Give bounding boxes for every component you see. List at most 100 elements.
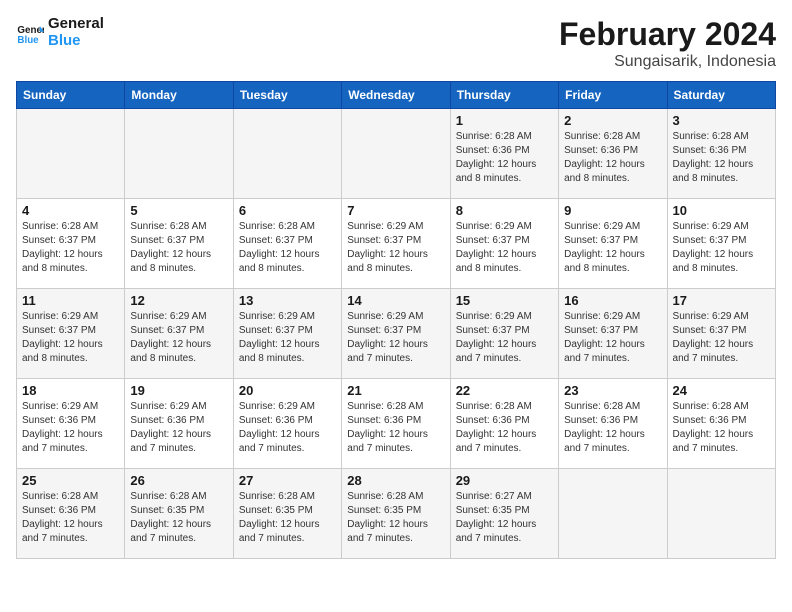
day-number: 20 <box>239 383 336 398</box>
day-number: 4 <box>22 203 119 218</box>
day-number: 14 <box>347 293 444 308</box>
header-sunday: Sunday <box>17 82 125 109</box>
calendar-cell: 17Sunrise: 6:29 AM Sunset: 6:37 PM Dayli… <box>667 289 775 379</box>
calendar-cell: 18 Sunrise: 6:29 AM Sunset: 6:36 PM Dayli… <box>17 379 125 469</box>
day-number: 26 <box>130 473 227 488</box>
day-number: 15 <box>456 293 553 308</box>
day-info: Sunrise: 6:28 AM Sunset: 6:35 PM Dayligh… <box>130 490 227 546</box>
day-number: 8 <box>456 203 553 218</box>
calendar-cell: 12Sunrise: 6:29 AM Sunset: 6:37 PM Dayli… <box>125 289 233 379</box>
calendar-cell: 16 Sunrise: 6:29 AM Sunset: 6:37 PM Dayli… <box>559 289 667 379</box>
logo-general: General <box>48 16 104 33</box>
header-saturday: Saturday <box>667 82 775 109</box>
day-info: Sunrise: 6:28 AM Sunset: 6:37 PM Dayligh… <box>22 220 119 276</box>
day-info: Sunrise: 6:28 AM Sunset: 6:36 PM Dayligh… <box>456 400 553 456</box>
day-number: 25 <box>22 473 119 488</box>
calendar-cell: 21Sunrise: 6:28 AM Sunset: 6:36 PM Dayli… <box>342 379 450 469</box>
logo-blue: Blue <box>48 33 104 50</box>
calendar-cell: 19 Sunrise: 6:29 AM Sunset: 6:36 PM Dayli… <box>125 379 233 469</box>
day-number: 1 <box>456 113 553 128</box>
calendar-cell: 8 Sunrise: 6:29 AM Sunset: 6:37 PM Daylig… <box>450 199 558 289</box>
header-monday: Monday <box>125 82 233 109</box>
day-info: Sunrise: 6:28 AM Sunset: 6:36 PM Dayligh… <box>564 130 661 186</box>
calendar-cell <box>233 109 341 199</box>
day-info: Sunrise: 6:29 AM Sunset: 6:37 PM Dayligh… <box>130 310 227 366</box>
day-info: Sunrise: 6:28 AM Sunset: 6:36 PM Dayligh… <box>456 130 553 186</box>
calendar-cell <box>125 109 233 199</box>
calendar-cell: 7 Sunrise: 6:29 AM Sunset: 6:37 PM Daylig… <box>342 199 450 289</box>
calendar-cell: 11 Sunrise: 6:29 AM Sunset: 6:37 PM Dayli… <box>17 289 125 379</box>
day-number: 7 <box>347 203 444 218</box>
day-info: Sunrise: 6:28 AM Sunset: 6:37 PM Dayligh… <box>239 220 336 276</box>
calendar-cell: 6 Sunrise: 6:28 AM Sunset: 6:37 PM Daylig… <box>233 199 341 289</box>
calendar-cell: 27 Sunrise: 6:28 AM Sunset: 6:35 PM Dayli… <box>233 469 341 559</box>
day-number: 18 <box>22 383 119 398</box>
calendar-cell: 28 Sunrise: 6:28 AM Sunset: 6:35 PM Dayli… <box>342 469 450 559</box>
day-info: Sunrise: 6:28 AM Sunset: 6:36 PM Dayligh… <box>673 130 770 186</box>
svg-text:Blue: Blue <box>17 34 39 45</box>
day-number: 6 <box>239 203 336 218</box>
week-row-1: 4 Sunrise: 6:28 AM Sunset: 6:37 PM Daylig… <box>17 199 776 289</box>
day-info: Sunrise: 6:28 AM Sunset: 6:35 PM Dayligh… <box>239 490 336 546</box>
day-number: 19 <box>130 383 227 398</box>
day-number: 16 <box>564 293 661 308</box>
calendar-cell <box>667 469 775 559</box>
day-info: Sunrise: 6:29 AM Sunset: 6:37 PM Dayligh… <box>347 310 444 366</box>
day-number: 11 <box>22 293 119 308</box>
day-info: Sunrise: 6:29 AM Sunset: 6:37 PM Dayligh… <box>564 310 661 366</box>
title-block: February 2024 Sungaisarik, Indonesia <box>559 16 776 71</box>
calendar-cell: 15 Sunrise: 6:29 AM Sunset: 6:37 PM Dayli… <box>450 289 558 379</box>
calendar-cell: 13 Sunrise: 6:29 AM Sunset: 6:37 PM Dayli… <box>233 289 341 379</box>
day-number: 29 <box>456 473 553 488</box>
calendar-cell <box>559 469 667 559</box>
day-info: Sunrise: 6:29 AM Sunset: 6:37 PM Dayligh… <box>564 220 661 276</box>
calendar-cell: 29 Sunrise: 6:27 AM Sunset: 6:35 PM Dayli… <box>450 469 558 559</box>
day-info: Sunrise: 6:29 AM Sunset: 6:36 PM Dayligh… <box>130 400 227 456</box>
header-wednesday: Wednesday <box>342 82 450 109</box>
day-number: 2 <box>564 113 661 128</box>
day-info: Sunrise: 6:29 AM Sunset: 6:37 PM Dayligh… <box>347 220 444 276</box>
day-number: 5 <box>130 203 227 218</box>
day-info: Sunrise: 6:29 AM Sunset: 6:37 PM Dayligh… <box>22 310 119 366</box>
calendar-cell: 26 Sunrise: 6:28 AM Sunset: 6:35 PM Dayli… <box>125 469 233 559</box>
logo-icon: General Blue <box>16 19 44 47</box>
calendar-cell: 5 Sunrise: 6:28 AM Sunset: 6:37 PM Daylig… <box>125 199 233 289</box>
day-info: Sunrise: 6:29 AM Sunset: 6:37 PM Dayligh… <box>456 310 553 366</box>
calendar-cell: 24 Sunrise: 6:28 AM Sunset: 6:36 PM Dayli… <box>667 379 775 469</box>
day-info: Sunrise: 6:29 AM Sunset: 6:37 PM Dayligh… <box>456 220 553 276</box>
day-info: Sunrise: 6:28 AM Sunset: 6:37 PM Dayligh… <box>130 220 227 276</box>
day-info: Sunrise: 6:29 AM Sunset: 6:36 PM Dayligh… <box>22 400 119 456</box>
day-info: Sunrise: 6:27 AM Sunset: 6:35 PM Dayligh… <box>456 490 553 546</box>
calendar-cell: 25Sunrise: 6:28 AM Sunset: 6:36 PM Dayli… <box>17 469 125 559</box>
day-info: Sunrise: 6:29 AM Sunset: 6:37 PM Dayligh… <box>239 310 336 366</box>
day-number: 13 <box>239 293 336 308</box>
header-friday: Friday <box>559 82 667 109</box>
calendar-cell: 3 Sunrise: 6:28 AM Sunset: 6:36 PM Daylig… <box>667 109 775 199</box>
day-info: Sunrise: 6:29 AM Sunset: 6:37 PM Dayligh… <box>673 220 770 276</box>
header-tuesday: Tuesday <box>233 82 341 109</box>
day-number: 24 <box>673 383 770 398</box>
day-info: Sunrise: 6:28 AM Sunset: 6:35 PM Dayligh… <box>347 490 444 546</box>
calendar-cell: 2 Sunrise: 6:28 AM Sunset: 6:36 PM Daylig… <box>559 109 667 199</box>
calendar-cell: 10Sunrise: 6:29 AM Sunset: 6:37 PM Dayli… <box>667 199 775 289</box>
calendar-cell: 20Sunrise: 6:29 AM Sunset: 6:36 PM Dayli… <box>233 379 341 469</box>
day-info: Sunrise: 6:28 AM Sunset: 6:36 PM Dayligh… <box>347 400 444 456</box>
week-row-4: 25Sunrise: 6:28 AM Sunset: 6:36 PM Dayli… <box>17 469 776 559</box>
day-info: Sunrise: 6:28 AM Sunset: 6:36 PM Dayligh… <box>673 400 770 456</box>
calendar-cell: 23Sunrise: 6:28 AM Sunset: 6:36 PM Dayli… <box>559 379 667 469</box>
calendar-cell: 4 Sunrise: 6:28 AM Sunset: 6:37 PM Daylig… <box>17 199 125 289</box>
calendar-cell <box>17 109 125 199</box>
day-number: 27 <box>239 473 336 488</box>
day-info: Sunrise: 6:29 AM Sunset: 6:37 PM Dayligh… <box>673 310 770 366</box>
calendar-cell: 9 Sunrise: 6:29 AM Sunset: 6:37 PM Daylig… <box>559 199 667 289</box>
week-row-3: 18 Sunrise: 6:29 AM Sunset: 6:36 PM Dayli… <box>17 379 776 469</box>
month-year: February 2024 <box>559 16 776 53</box>
calendar-table: SundayMondayTuesdayWednesdayThursdayFrid… <box>16 81 776 559</box>
day-number: 23 <box>564 383 661 398</box>
calendar-cell <box>342 109 450 199</box>
day-number: 3 <box>673 113 770 128</box>
day-number: 28 <box>347 473 444 488</box>
header-row: SundayMondayTuesdayWednesdayThursdayFrid… <box>17 82 776 109</box>
header-thursday: Thursday <box>450 82 558 109</box>
day-number: 9 <box>564 203 661 218</box>
